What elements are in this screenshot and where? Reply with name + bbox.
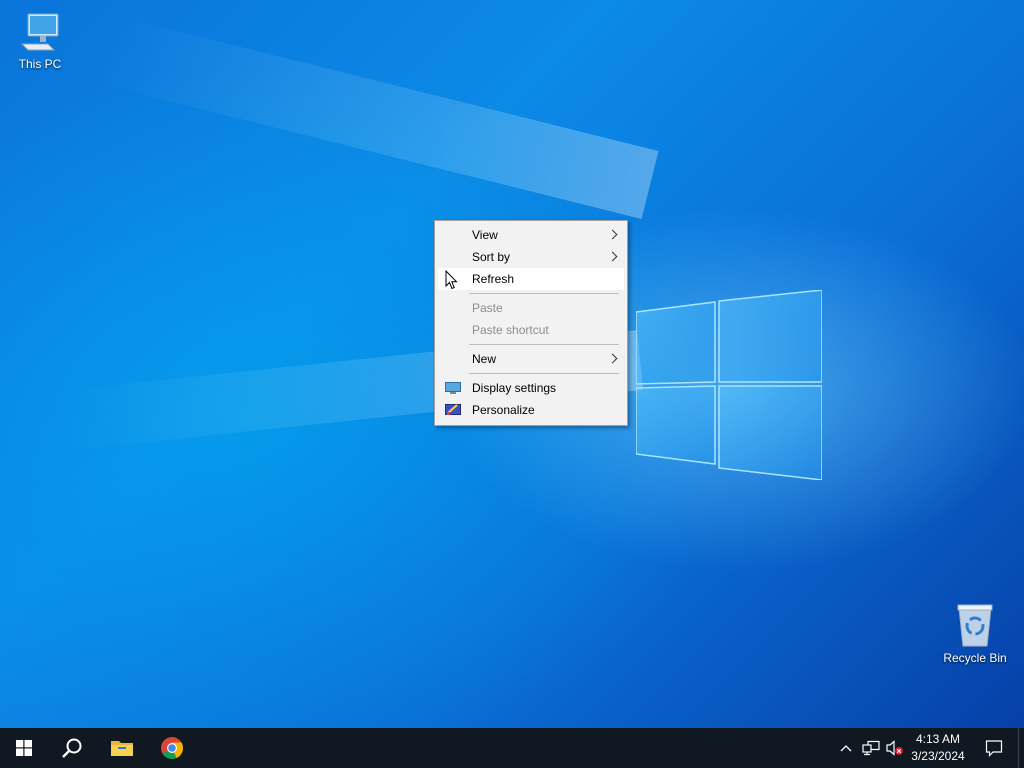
computer-icon — [20, 13, 59, 51]
recycle-bin-icon — [957, 604, 993, 647]
clock-date: 3/23/2024 — [911, 749, 965, 763]
windows-start-icon — [16, 740, 32, 756]
chrome-button[interactable] — [148, 728, 196, 768]
display-settings-icon — [445, 382, 461, 394]
desktop-context-menu: View Sort by Refresh Paste Paste shortcu… — [434, 220, 628, 426]
menu-item-label: Personalize — [472, 403, 535, 417]
desktop-icon-recycle-bin[interactable]: Recycle Bin — [937, 602, 1013, 665]
chevron-right-icon — [607, 353, 618, 364]
chevron-right-icon — [607, 251, 618, 262]
personalize-icon — [445, 404, 461, 415]
desktop-icon-label: Recycle Bin — [943, 651, 1007, 665]
windows-logo-wallpaper — [636, 290, 822, 480]
mouse-cursor-icon — [445, 270, 458, 290]
menu-item-refresh[interactable]: Refresh — [438, 268, 624, 290]
start-button[interactable] — [0, 728, 48, 768]
menu-item-label: View — [472, 228, 498, 242]
taskbar-clock[interactable]: 4:13 AM 3/23/2024 — [904, 731, 972, 765]
menu-separator — [469, 293, 619, 294]
clock-time: 4:13 AM — [915, 732, 961, 746]
menu-item-label: Paste shortcut — [472, 323, 549, 337]
menu-item-paste-shortcut[interactable]: Paste shortcut — [438, 319, 624, 341]
folder-icon — [111, 741, 133, 756]
light-beam — [98, 15, 659, 219]
volume-muted-icon[interactable] — [886, 740, 904, 756]
chrome-icon — [161, 737, 183, 759]
menu-item-label: New — [472, 352, 497, 366]
chevron-up-icon[interactable] — [838, 740, 854, 756]
notification-icon — [985, 740, 1003, 757]
notification-center-button[interactable] — [978, 728, 1010, 768]
desktop-icon-this-pc[interactable]: This PC — [2, 10, 78, 71]
menu-item-label: Refresh — [472, 272, 515, 286]
menu-item-view[interactable]: View — [438, 224, 624, 246]
search-icon — [62, 738, 82, 758]
menu-separator — [469, 344, 619, 345]
menu-item-personalize[interactable]: Personalize — [438, 399, 624, 421]
menu-item-sort-by[interactable]: Sort by — [438, 246, 624, 268]
menu-item-new[interactable]: New — [438, 348, 624, 370]
search-button[interactable] — [48, 728, 96, 768]
network-icon[interactable] — [862, 740, 880, 756]
file-explorer-button[interactable] — [98, 728, 146, 768]
menu-item-display-settings[interactable]: Display settings — [438, 377, 624, 399]
taskbar: 4:13 AM 3/23/2024 — [0, 728, 1024, 768]
menu-separator — [469, 373, 619, 374]
desktop-background[interactable]: This PC Recycle Bin View Sort by Refresh… — [0, 0, 1024, 728]
menu-item-label: Display settings — [472, 381, 557, 395]
desktop-icon-label: This PC — [18, 57, 62, 71]
menu-item-label: Paste — [472, 301, 503, 315]
show-desktop-button[interactable] — [1018, 728, 1024, 768]
menu-item-paste[interactable]: Paste — [438, 297, 624, 319]
chevron-right-icon — [607, 229, 618, 240]
menu-item-label: Sort by — [472, 250, 511, 264]
